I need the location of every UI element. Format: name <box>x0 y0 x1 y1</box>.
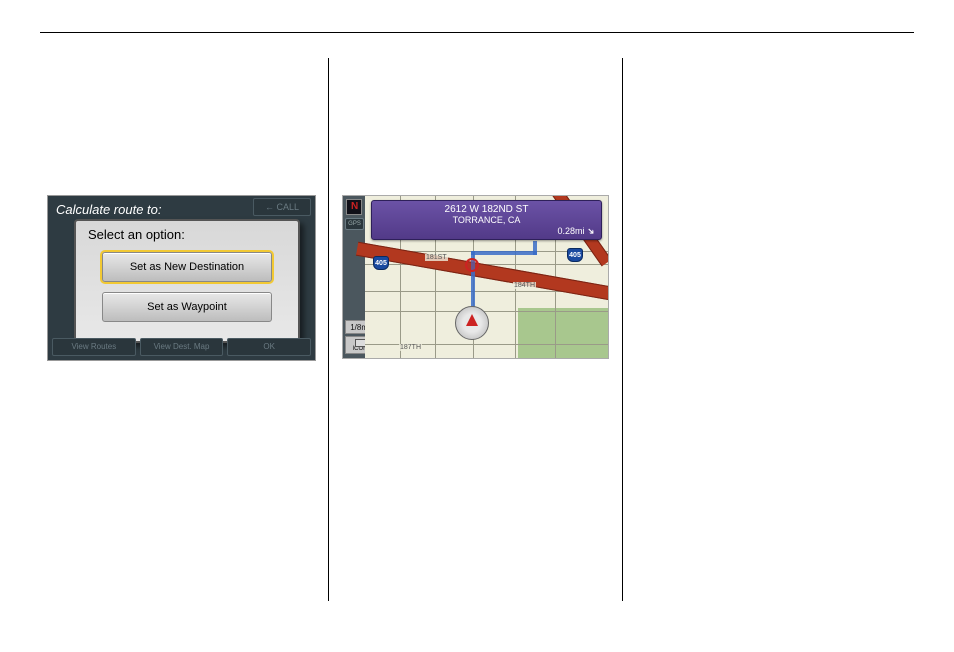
view-dest-map-button[interactable]: View Dest. Map <box>140 338 224 356</box>
page-rule <box>40 32 914 33</box>
route-segment <box>471 251 537 255</box>
set-waypoint-button[interactable]: Set as Waypoint <box>102 292 272 322</box>
park-area <box>518 308 608 358</box>
address-line-1: 2612 W 182ND ST <box>372 204 601 215</box>
screen-title: Calculate route to: <box>56 202 162 217</box>
vehicle-arrow-icon <box>466 314 478 326</box>
highway-shield-icon: 405 <box>567 248 583 262</box>
distance-readout: 0.28mi➔ <box>557 226 595 237</box>
column-divider <box>328 58 329 601</box>
set-new-destination-button[interactable]: Set as New Destination <box>102 252 272 282</box>
dialog-title: Select an option: <box>88 227 286 242</box>
view-routes-button[interactable]: View Routes <box>52 338 136 356</box>
north-indicator-icon[interactable] <box>346 199 362 215</box>
route-segment <box>533 241 537 255</box>
street-label: 187TH <box>399 344 422 351</box>
option-dialog: Select an option: Set as New Destination… <box>74 219 300 343</box>
bottom-bar: View Routes View Dest. Map OK <box>52 338 311 356</box>
gps-indicator-icon: GPS <box>345 218 364 230</box>
nav-dialog-screenshot: Calculate route to: ← CALL Select an opt… <box>48 196 315 360</box>
address-line-2: TORRANCE, CA <box>372 215 601 225</box>
highway-shield-icon: 405 <box>373 256 389 270</box>
street-label: 184TH <box>513 282 536 289</box>
nav-map-screenshot: GPS 1/8mi ICON 181ST 184TH 187TH 405 405 <box>343 196 608 358</box>
destination-marker-icon <box>465 258 479 272</box>
street-label: 181ST <box>425 254 448 261</box>
ok-button[interactable]: OK <box>227 338 311 356</box>
road <box>365 311 608 312</box>
call-button[interactable]: ← CALL <box>253 198 311 216</box>
column-divider <box>622 58 623 601</box>
destination-address-bar: 2612 W 182ND ST TORRANCE, CA 0.28mi➔ <box>371 200 602 240</box>
direction-arrow-icon: ➔ <box>585 225 598 238</box>
